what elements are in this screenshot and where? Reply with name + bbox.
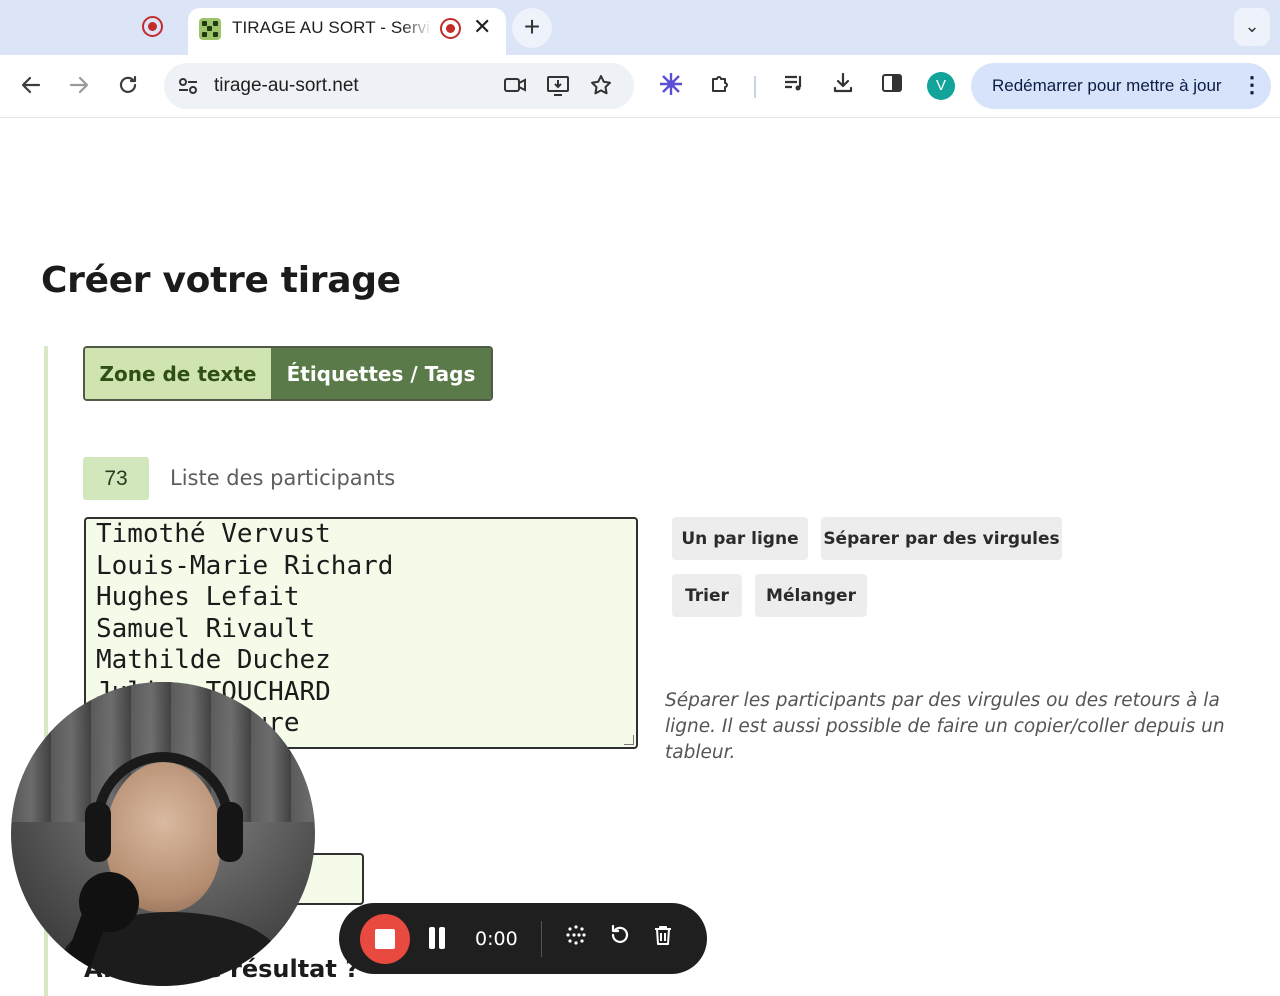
grid-dots-icon[interactable] xyxy=(561,923,591,953)
participant-line: Timothé Vervust xyxy=(96,519,331,549)
webcam-overlay[interactable] xyxy=(11,682,315,986)
site-favicon-icon xyxy=(199,18,221,40)
new-tab-button[interactable]: + xyxy=(512,8,552,48)
sort-button[interactable]: Trier xyxy=(672,574,742,617)
browser-tabstrip: TIRAGE AU SORT - Service ✕ + ⌄ xyxy=(0,0,1280,55)
pause-icon[interactable] xyxy=(427,927,447,951)
stop-icon[interactable] xyxy=(360,914,410,964)
toolbar-divider xyxy=(754,76,756,98)
tab-title: TIRAGE AU SORT - Service xyxy=(232,18,432,37)
participant-line: Mathilde Duchez xyxy=(96,645,331,675)
side-panel-icon[interactable] xyxy=(877,71,907,101)
tab-search-chevron-icon[interactable]: ⌄ xyxy=(1234,8,1270,46)
one-per-line-button[interactable]: Un par ligne xyxy=(672,517,808,560)
tab-close-icon[interactable]: ✕ xyxy=(473,14,491,40)
profile-avatar[interactable]: V xyxy=(927,72,955,100)
restart-icon[interactable] xyxy=(605,923,635,953)
download-icon[interactable] xyxy=(828,71,858,101)
participant-count-badge: 73 xyxy=(83,457,149,500)
headphone-ear-left xyxy=(85,802,111,862)
browser-tab-active[interactable]: TIRAGE AU SORT - Service ✕ xyxy=(188,8,506,55)
recording-time: 0:00 xyxy=(475,928,518,950)
participant-line: Hughes Lefait xyxy=(96,582,300,612)
update-restart-button[interactable]: Redémarrer pour mettre à jour ⋮ xyxy=(971,63,1271,109)
textarea-resize-handle[interactable] xyxy=(624,735,634,745)
puzzle-icon[interactable] xyxy=(706,71,736,101)
back-arrow-icon[interactable] xyxy=(15,69,47,101)
perplexity-icon[interactable] xyxy=(656,71,686,101)
forward-arrow-icon[interactable] xyxy=(63,69,95,101)
url-text: tirage-au-sort.net xyxy=(214,75,359,96)
microphone-icon xyxy=(79,872,139,932)
help-text: Séparer les participants par des virgule… xyxy=(665,690,1225,763)
headphone-ear-right xyxy=(217,802,243,862)
tab-text-zone[interactable]: Zone de texte xyxy=(85,348,271,399)
recording-controls: 0:00 xyxy=(339,903,707,974)
tune-icon[interactable] xyxy=(176,74,200,98)
update-restart-label: Redémarrer pour mettre à jour xyxy=(992,76,1222,95)
comma-separate-button[interactable]: Séparer par des virgules xyxy=(821,517,1062,560)
tab-tags[interactable]: Étiquettes / Tags xyxy=(271,348,491,399)
kebab-menu-icon[interactable]: ⋮ xyxy=(1241,72,1263,98)
reload-icon[interactable] xyxy=(112,69,144,101)
browser-toolbar: tirage-au-sort.net V Redémarrer pour met… xyxy=(0,55,1280,118)
trash-icon[interactable] xyxy=(648,923,678,953)
shuffle-button[interactable]: Mélanger xyxy=(755,574,867,617)
address-bar[interactable]: tirage-au-sort.net xyxy=(164,63,634,109)
media-queue-icon[interactable] xyxy=(779,71,809,101)
tab-recording-icon xyxy=(440,18,461,39)
page-title: Créer votre tirage xyxy=(41,260,401,301)
install-app-icon[interactable] xyxy=(545,73,571,99)
participant-line: Louis-Marie Richard xyxy=(96,550,394,581)
recorder-divider xyxy=(541,921,542,957)
participants-label: Liste des participants xyxy=(170,466,396,490)
star-icon[interactable] xyxy=(588,73,614,99)
input-mode-tabs: Zone de texte Étiquettes / Tags xyxy=(83,346,493,401)
video-camera-icon[interactable] xyxy=(502,73,528,99)
participant-line: Samuel Rivault xyxy=(96,613,316,644)
recording-indicator-icon xyxy=(142,16,163,37)
